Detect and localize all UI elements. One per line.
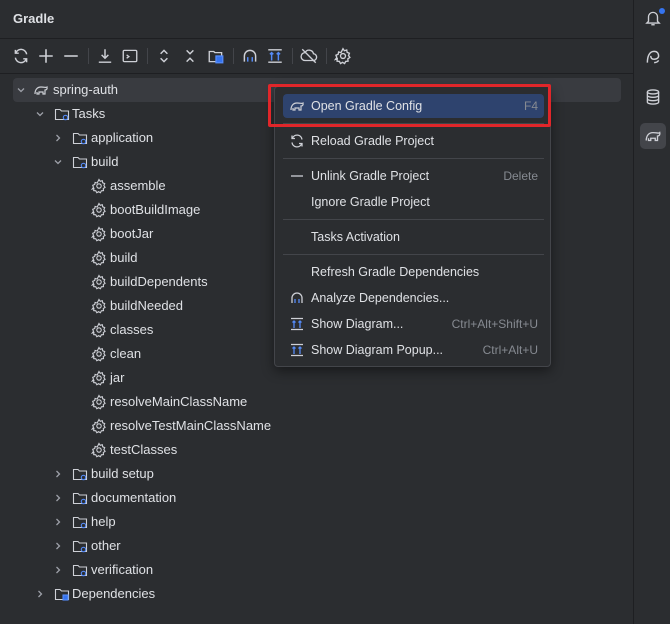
tree-node-dependencies[interactable]: Dependencies xyxy=(0,582,633,606)
task-label: buildDependents xyxy=(110,274,208,289)
tree-node-group[interactable]: build setup xyxy=(0,462,633,486)
group-label: build setup xyxy=(91,466,154,481)
notifications-icon[interactable] xyxy=(640,5,666,31)
task-label: jar xyxy=(110,370,125,385)
tree-node-task[interactable]: resolveMainClassName xyxy=(0,390,633,414)
gradle-elephant-icon xyxy=(33,82,49,98)
task-label: clean xyxy=(110,346,142,361)
add-icon[interactable] xyxy=(37,47,55,65)
folder-gear-icon xyxy=(72,538,88,554)
expand-all-icon[interactable] xyxy=(155,47,173,65)
tree-node-group[interactable]: help xyxy=(0,510,633,534)
project-label: spring-auth xyxy=(53,82,119,97)
tree-node-task[interactable]: resolveTestMainClassName xyxy=(0,414,633,438)
refresh-icon[interactable] xyxy=(12,47,30,65)
menu-item-ignore-gradle-project[interactable]: Ignore Gradle Project xyxy=(283,190,544,214)
chevron-down-icon[interactable] xyxy=(15,84,27,96)
task-label: resolveMainClassName xyxy=(110,394,248,409)
analyze-icon[interactable] xyxy=(241,47,259,65)
menu-item-tasks-activation[interactable]: Tasks Activation xyxy=(283,225,544,249)
diagram-icon[interactable] xyxy=(266,47,284,65)
tree-node-group[interactable]: documentation xyxy=(0,486,633,510)
analyze-icon xyxy=(289,290,305,306)
chevron-right-icon[interactable] xyxy=(52,468,64,480)
database-icon[interactable] xyxy=(640,84,666,110)
task-label: build xyxy=(110,250,138,265)
gear-icon xyxy=(91,418,107,434)
reload-icon xyxy=(289,133,305,149)
chevron-right-icon[interactable] xyxy=(52,132,64,144)
folder-library-icon xyxy=(54,586,70,602)
panel-title: Gradle xyxy=(13,11,55,26)
task-label: assemble xyxy=(110,178,166,193)
chevron-down-icon[interactable] xyxy=(52,156,64,168)
group-label: build xyxy=(91,154,119,169)
settings-icon[interactable] xyxy=(334,47,352,65)
task-label: classes xyxy=(110,322,154,337)
tree-node-group[interactable]: verification xyxy=(0,558,633,582)
folder-gear-icon xyxy=(72,130,88,146)
menu-item-reload-gradle-project[interactable]: Reload Gradle Project xyxy=(283,129,544,153)
group-label: other xyxy=(91,538,121,553)
task-label: bootBuildImage xyxy=(110,202,201,217)
folder-gear-icon xyxy=(72,514,88,530)
menu-item-show-diagram-popup[interactable]: Show Diagram Popup... Ctrl+Alt+U xyxy=(283,338,544,362)
gear-icon xyxy=(91,274,107,290)
highlight-box xyxy=(268,84,551,127)
tasks-label: Tasks xyxy=(72,106,106,121)
gear-icon xyxy=(91,250,107,266)
minus-icon xyxy=(289,168,305,184)
right-tool-strip xyxy=(633,0,670,624)
ai-assistant-icon[interactable] xyxy=(640,44,666,70)
gear-icon xyxy=(91,298,107,314)
chevron-right-icon[interactable] xyxy=(52,564,64,576)
tree-node-group[interactable]: other xyxy=(0,534,633,558)
download-icon[interactable] xyxy=(96,47,114,65)
folder-gear-icon xyxy=(72,466,88,482)
menu-item-show-diagram[interactable]: Show Diagram... Ctrl+Alt+Shift+U xyxy=(283,312,544,336)
chevron-right-icon[interactable] xyxy=(52,516,64,528)
folder-gear-icon xyxy=(72,490,88,506)
task-label: bootJar xyxy=(110,226,154,241)
execute-task-icon[interactable] xyxy=(121,47,139,65)
remove-icon[interactable] xyxy=(62,47,80,65)
folder-gear-icon xyxy=(54,106,70,122)
folder-gear-icon xyxy=(72,562,88,578)
menu-item-refresh-gradle-dependencies[interactable]: Refresh Gradle Dependencies xyxy=(283,260,544,284)
folder-gear-icon xyxy=(72,154,88,170)
gear-icon xyxy=(91,322,107,338)
gear-icon xyxy=(91,178,107,194)
task-label: buildNeeded xyxy=(110,298,184,313)
gear-icon xyxy=(91,394,107,410)
gear-icon xyxy=(91,346,107,362)
diagram-icon xyxy=(289,316,305,332)
dependencies-label: Dependencies xyxy=(72,586,156,601)
diagram-icon xyxy=(289,342,305,358)
context-menu: Open Gradle Config F4 Reload Gradle Proj… xyxy=(274,86,551,367)
gear-icon xyxy=(91,202,107,218)
chevron-right-icon[interactable] xyxy=(52,540,64,552)
gradle-icon[interactable] xyxy=(640,123,666,149)
chevron-right-icon[interactable] xyxy=(52,492,64,504)
group-modules-icon[interactable] xyxy=(207,47,225,65)
menu-item-analyze-dependencies[interactable]: Analyze Dependencies... xyxy=(283,286,544,310)
group-label: application xyxy=(91,130,154,145)
gear-icon xyxy=(91,442,107,458)
task-label: testClasses xyxy=(110,442,178,457)
tree-node-task[interactable]: testClasses xyxy=(0,438,633,462)
task-label: resolveTestMainClassName xyxy=(110,418,272,433)
chevron-down-icon[interactable] xyxy=(34,108,46,120)
toolbar xyxy=(0,38,633,74)
menu-item-unlink-gradle-project[interactable]: Unlink Gradle Project Delete xyxy=(283,164,544,188)
group-label: verification xyxy=(91,562,154,577)
group-label: documentation xyxy=(91,490,177,505)
tree-node-task[interactable]: jar xyxy=(0,366,633,390)
offline-icon[interactable] xyxy=(300,47,318,65)
chevron-right-icon[interactable] xyxy=(34,588,46,600)
gear-icon xyxy=(91,370,107,386)
gear-icon xyxy=(91,226,107,242)
group-label: help xyxy=(91,514,116,529)
collapse-all-icon[interactable] xyxy=(181,47,199,65)
